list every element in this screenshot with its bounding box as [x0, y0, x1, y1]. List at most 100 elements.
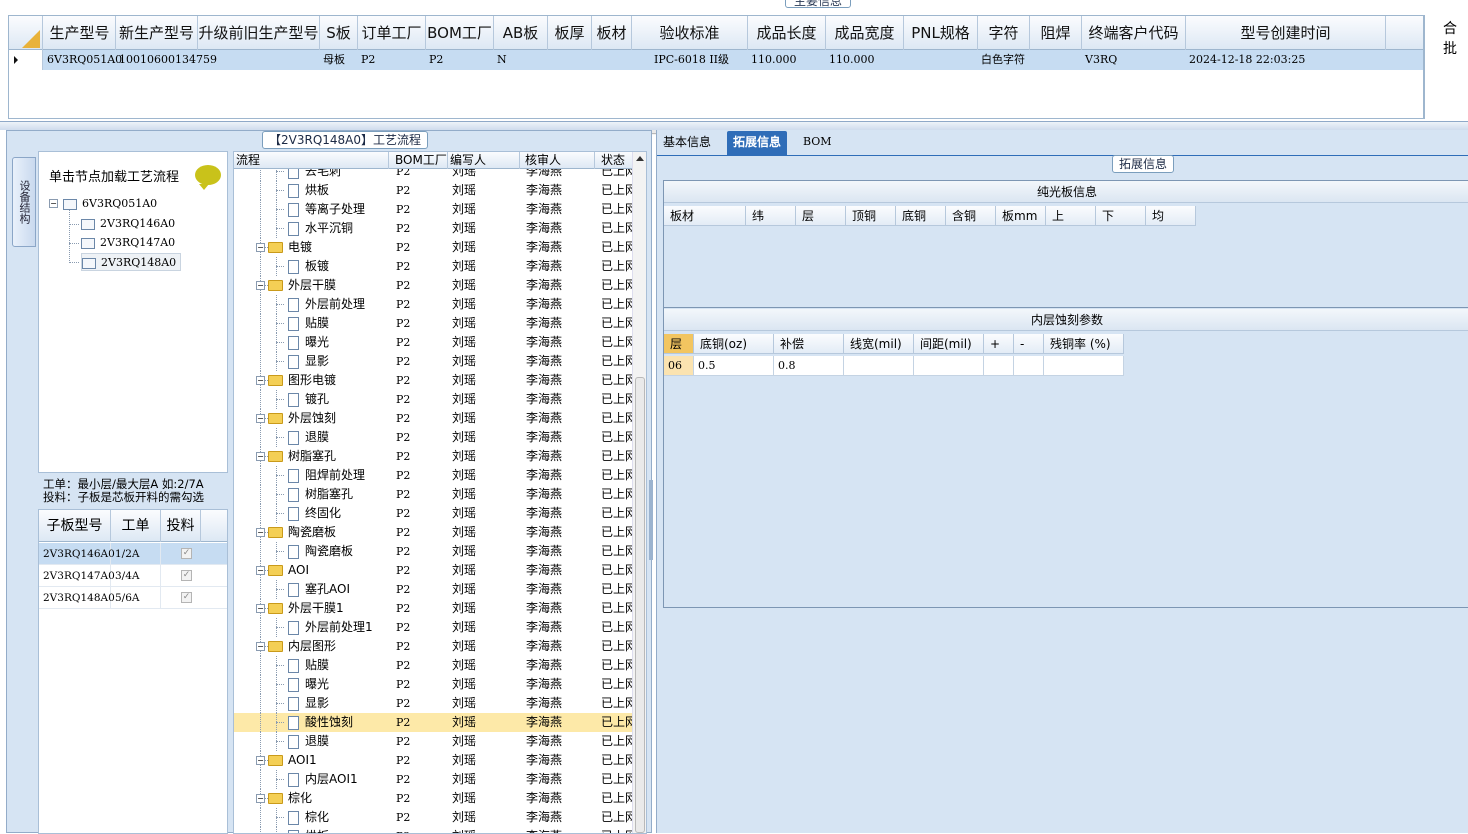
col-header[interactable]: 订单工厂 — [358, 16, 426, 50]
inner-col-header[interactable]: 间距(mil) — [914, 334, 984, 354]
process-col-header[interactable]: 状态 — [599, 152, 633, 169]
main-grid-row[interactable]: 6V3RQ051A010010600134759母板P2P2NIPC-6018 … — [9, 50, 1423, 70]
process-row[interactable]: 内层AOI1P2刘瑶李海燕已上网 — [234, 770, 632, 789]
process-row[interactable]: 等离子处理P2刘瑶李海燕已上网 — [234, 200, 632, 219]
process-row[interactable]: 显影P2刘瑶李海燕已上网 — [234, 352, 632, 371]
process-row[interactable]: 陶瓷磨板P2刘瑶李海燕已上网 — [234, 542, 632, 561]
process-row[interactable]: −陶瓷磨板P2刘瑶李海燕已上网 — [234, 523, 632, 542]
collapse-icon[interactable]: − — [256, 414, 265, 423]
process-row[interactable]: 阻焊前处理P2刘瑶李海燕已上网 — [234, 466, 632, 485]
process-row[interactable]: 终固化P2刘瑶李海燕已上网 — [234, 504, 632, 523]
inner-cell[interactable]: 06 — [664, 356, 694, 376]
process-vscrollbar[interactable] — [632, 152, 646, 834]
pure-col-header[interactable]: 顶铜 — [846, 206, 896, 226]
process-row[interactable]: 曝光P2刘瑶李海燕已上网 — [234, 675, 632, 694]
process-row[interactable]: −棕化P2刘瑶李海燕已上网 — [234, 789, 632, 808]
tab-extended-info[interactable]: 拓展信息 — [727, 131, 787, 155]
process-row[interactable]: −图形电镀P2刘瑶李海燕已上网 — [234, 371, 632, 390]
process-row[interactable]: 树脂塞孔P2刘瑶李海燕已上网 — [234, 485, 632, 504]
col-header[interactable]: S板 — [320, 16, 358, 50]
process-row[interactable]: −AOI1P2刘瑶李海燕已上网 — [234, 751, 632, 770]
inner-col-header[interactable]: 残铜率 (%) — [1044, 334, 1124, 354]
collapse-icon[interactable]: − — [256, 566, 265, 575]
col-order[interactable]: 工单 — [111, 510, 161, 542]
inner-col-header[interactable]: 线宽(mil) — [844, 334, 914, 354]
pure-col-header[interactable]: 底铜 — [896, 206, 946, 226]
process-row[interactable]: 贴膜P2刘瑶李海燕已上网 — [234, 314, 632, 333]
collapse-icon[interactable]: − — [49, 199, 58, 208]
horizontal-splitter[interactable] — [0, 122, 1468, 130]
tree-node[interactable]: 2V3RQ147A0 — [81, 234, 175, 252]
grid-corner-icon[interactable] — [9, 16, 43, 50]
inner-col-header[interactable]: 层 — [664, 334, 694, 354]
process-row[interactable]: 退膜P2刘瑶李海燕已上网 — [234, 732, 632, 751]
col-header[interactable]: 型号创建时间 — [1186, 16, 1386, 50]
process-vscroll-thumb[interactable] — [635, 377, 645, 833]
tab-bom[interactable]: BOM — [797, 131, 838, 155]
table-row[interactable]: 2V3RQ146A0 1/2A ✓ — [39, 543, 227, 565]
feed-checkbox[interactable]: ✓ — [181, 592, 192, 603]
process-row[interactable]: 棕化P2刘瑶李海燕已上网 — [234, 808, 632, 827]
pure-col-header[interactable]: 层 — [796, 206, 846, 226]
process-row[interactable]: −内层图形P2刘瑶李海燕已上网 — [234, 637, 632, 656]
process-row[interactable]: 外层前处理P2刘瑶李海燕已上网 — [234, 295, 632, 314]
inner-col-header[interactable]: 补偿 — [774, 334, 844, 354]
col-header[interactable]: BOM工厂 — [426, 16, 494, 50]
col-header[interactable]: 阻焊 — [1030, 16, 1082, 50]
pure-col-header[interactable]: 纬 — [746, 206, 796, 226]
process-col-header[interactable]: BOM工厂 — [393, 152, 448, 169]
collapse-icon[interactable]: − — [256, 243, 265, 252]
inner-cell[interactable] — [1014, 356, 1044, 376]
inner-cell[interactable]: 0.8 — [774, 356, 844, 376]
process-row[interactable]: 板镀P2刘瑶李海燕已上网 — [234, 257, 632, 276]
process-row[interactable]: 酸性蚀刻P2刘瑶李海燕已上网 — [234, 713, 632, 732]
tab-basic-info[interactable]: 基本信息 — [657, 131, 717, 155]
col-header[interactable]: 验收标准 — [632, 16, 748, 50]
tab-device-structure[interactable]: 设备结构 — [12, 157, 36, 247]
collapse-icon[interactable]: − — [256, 376, 265, 385]
inner-cell[interactable] — [844, 356, 914, 376]
col-header[interactable]: AB板 — [494, 16, 548, 50]
vertical-splitter[interactable] — [649, 480, 653, 560]
process-row[interactable]: −电镀P2刘瑶李海燕已上网 — [234, 238, 632, 257]
col-header[interactable]: 成品宽度 — [826, 16, 904, 50]
pure-col-header[interactable]: 板mm — [996, 206, 1046, 226]
inner-col-header[interactable]: + — [984, 334, 1014, 354]
process-row[interactable]: 曝光P2刘瑶李海燕已上网 — [234, 333, 632, 352]
tree-node-selected[interactable]: 2V3RQ148A0 — [81, 253, 181, 271]
process-row[interactable]: −外层干膜1P2刘瑶李海燕已上网 — [234, 599, 632, 618]
process-row[interactable]: 去毛刺P2刘瑶李海燕已上网 — [234, 169, 632, 181]
collapse-icon[interactable]: − — [256, 642, 265, 651]
inner-col-header[interactable]: - — [1014, 334, 1044, 354]
col-header[interactable]: 字符 — [978, 16, 1030, 50]
pure-col-header[interactable]: 板材 — [664, 206, 746, 226]
col-header[interactable]: 板材 — [592, 16, 632, 50]
col-header[interactable]: 新生产型号 — [116, 16, 198, 50]
collapse-icon[interactable]: − — [256, 794, 265, 803]
col-header[interactable]: 终端客户代码 — [1082, 16, 1186, 50]
collapse-icon[interactable]: − — [256, 281, 265, 290]
process-row[interactable]: 显影P2刘瑶李海燕已上网 — [234, 694, 632, 713]
col-header[interactable]: 板厚 — [548, 16, 592, 50]
collapse-icon[interactable]: − — [256, 756, 265, 765]
process-col-header[interactable]: 编写人 — [448, 152, 520, 169]
inner-cell[interactable]: 0.5 — [694, 356, 774, 376]
table-row[interactable]: 2V3RQ147A0 3/4A ✓ — [39, 565, 227, 587]
col-sub-model[interactable]: 子板型号 — [39, 510, 111, 542]
pure-col-header[interactable]: 下 — [1096, 206, 1146, 226]
pure-col-header[interactable]: 均 — [1146, 206, 1196, 226]
process-row[interactable]: 塞孔AOIP2刘瑶李海燕已上网 — [234, 580, 632, 599]
collapse-icon[interactable]: − — [256, 604, 265, 613]
col-header[interactable]: PNL规格 — [904, 16, 978, 50]
tree-root[interactable]: 6V3RQ051A0 — [63, 195, 157, 213]
process-row[interactable]: 镀孔P2刘瑶李海燕已上网 — [234, 390, 632, 409]
inner-cell[interactable] — [914, 356, 984, 376]
col-feed[interactable]: 投料 — [161, 510, 201, 542]
process-col-header[interactable]: 核审人 — [523, 152, 595, 169]
pure-col-header[interactable]: 上 — [1046, 206, 1096, 226]
inner-col-header[interactable]: 底铜(oz) — [694, 334, 774, 354]
col-header[interactable]: 生产型号 — [44, 16, 116, 50]
pure-col-header[interactable]: 含铜 — [946, 206, 996, 226]
process-row[interactable]: 外层前处理1P2刘瑶李海燕已上网 — [234, 618, 632, 637]
process-row[interactable]: −外层干膜P2刘瑶李海燕已上网 — [234, 276, 632, 295]
